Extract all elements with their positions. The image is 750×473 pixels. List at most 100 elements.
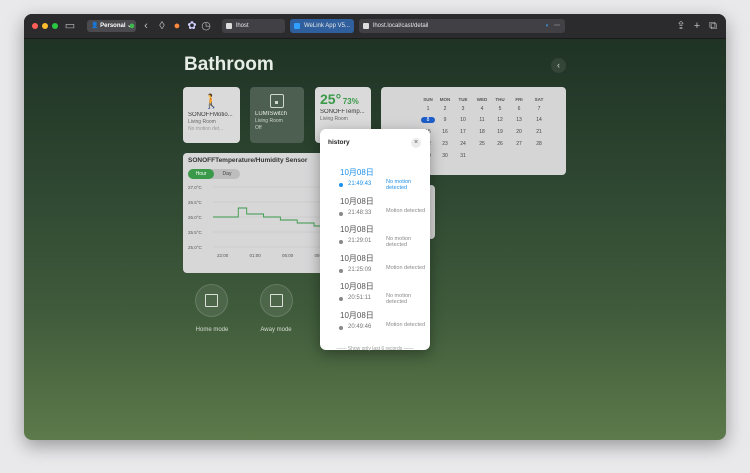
record-status: No motion detected (386, 293, 412, 305)
calendar-day[interactable]: 28 (530, 141, 548, 147)
calendar-weekday: SUN (423, 97, 433, 102)
device-name: SONOFFTemp... (320, 109, 365, 115)
calendar-day[interactable]: 30 (436, 153, 454, 159)
away-mode-button[interactable] (260, 284, 293, 317)
device-room: Living Room (320, 116, 348, 122)
calendar-weekday: WED (476, 97, 488, 102)
calendar-day[interactable]: 7 (530, 106, 548, 112)
record-dot-icon (339, 211, 343, 216)
chevron-left-icon: ‹ (557, 60, 560, 70)
calendar-day[interactable]: 2 (436, 106, 454, 112)
door-out-icon (270, 294, 283, 307)
y-tick-label: 25.5°C (188, 230, 203, 235)
tab-welink[interactable]: WeLink App V5... (290, 19, 354, 33)
calendar-day[interactable]: 26 (491, 141, 509, 147)
switch-icon (270, 94, 284, 108)
record-time: 21:25:09 (348, 266, 372, 273)
fox-icon[interactable]: ● (172, 19, 182, 33)
palette-icon[interactable]: ✿ (187, 19, 197, 33)
calendar-day[interactable]: 4 (473, 106, 491, 112)
profile-label: Personal (100, 23, 126, 29)
calendar-day[interactable]: 5 (491, 106, 509, 112)
home-mode-button[interactable] (195, 284, 228, 317)
calendar-day[interactable]: 14 (530, 117, 548, 123)
app-icon (294, 23, 300, 29)
calendar-day[interactable]: 11 (473, 117, 491, 123)
calendar-day-selected[interactable]: 8 (421, 117, 435, 123)
calendar-weekday: SAT (534, 97, 544, 102)
device-status: No motion det... (188, 126, 224, 132)
calendar-day[interactable]: 18 (473, 129, 491, 135)
record-time: 20:51:11 (348, 295, 371, 301)
calendar-day[interactable]: 13 (510, 117, 528, 123)
humidity-value: 73% (342, 97, 359, 106)
close-icon: × (413, 139, 419, 146)
calendar-day[interactable]: 3 (454, 106, 472, 112)
sidebar-icon[interactable]: ▭ (64, 19, 76, 33)
tab-lhost[interactable]: lhost (222, 19, 285, 33)
calendar-day[interactable]: 19 (491, 129, 509, 135)
shield-icon[interactable]: ◊ (157, 19, 167, 33)
tab-label: WeLink App V5... (304, 23, 350, 29)
zoom-window-button[interactable] (52, 23, 58, 29)
calendar-day[interactable]: 10 (454, 117, 472, 123)
y-tick-label: 27.0°C (188, 185, 203, 190)
x-tick-label: 22:00 (217, 253, 229, 258)
page-title: Bathroom (184, 54, 274, 75)
calendar-weekday: FRI (515, 97, 523, 102)
record-status: No motion detected (386, 179, 412, 191)
calendar-day[interactable]: 27 (510, 141, 528, 147)
calendar-day[interactable]: 16 (436, 129, 454, 135)
history-popup: history × 10月08日 21:49:43 No motion detect… (320, 129, 430, 352)
calendar-day[interactable]: 21 (530, 129, 548, 135)
away-mode-label: Away mode (260, 327, 292, 333)
back-icon[interactable]: ‹ (141, 19, 151, 33)
calendar-day[interactable]: 12 (491, 117, 509, 123)
audio-icon[interactable]: ◖ (545, 19, 549, 33)
history-footer: —— Show only last 6 records —— (336, 346, 414, 352)
calendar-day[interactable]: 20 (510, 129, 528, 135)
tab-label: lhost.local/cast/detail (373, 23, 429, 29)
share-icon[interactable]: ⇪ (676, 19, 686, 33)
browser-window: ▭ 👤 Personal ⌄ ● ‹ ◊ ● ✿ ◷ lhost WeLink … (24, 14, 726, 440)
device-status: Off (255, 125, 262, 131)
record-status: Motion detected (386, 321, 426, 328)
y-tick-label: 26.5°C (188, 200, 203, 205)
calendar-day[interactable]: 6 (510, 106, 528, 112)
record-date: 10月08日 (340, 282, 374, 291)
plus-icon[interactable]: + (692, 19, 702, 33)
record-dot-icon (339, 268, 343, 273)
device-room: Living Room (188, 119, 216, 125)
calendar-day[interactable]: 31 (454, 153, 472, 159)
tab-label: lhost (236, 23, 249, 29)
device-room: Living Room (255, 118, 283, 124)
device-name: SONOFFMotio... (188, 112, 233, 118)
history-icon[interactable]: ◷ (201, 19, 211, 33)
record-status: Motion detected (386, 207, 426, 214)
calendar-day[interactable]: 25 (473, 141, 491, 147)
y-tick-label: 26.0°C (188, 215, 203, 220)
page-icon (226, 23, 232, 29)
tab-cast-detail[interactable]: lhost.local/cast/detail ◖ ⋯ (359, 19, 565, 33)
calendar-day[interactable]: 24 (454, 141, 472, 147)
extension-icon[interactable]: ● (127, 19, 137, 33)
more-icon[interactable]: ⋯ (554, 19, 560, 33)
calendar-day[interactable]: 17 (454, 129, 472, 135)
tabs-icon[interactable]: ⧉ (708, 19, 718, 33)
record-status: Motion detected (386, 264, 426, 271)
minimize-window-button[interactable] (42, 23, 48, 29)
device-card-motion[interactable]: 🚶 SONOFFMotio... Living Room No motion d… (183, 87, 240, 143)
calendar-day[interactable]: 9 (436, 117, 454, 123)
close-button[interactable]: × (411, 138, 421, 148)
record-date: 10月08日 (340, 225, 374, 234)
close-window-button[interactable] (32, 23, 38, 29)
calendar-day[interactable]: 1 (419, 106, 437, 112)
record-date: 10月08日 (340, 310, 374, 320)
device-card-switch[interactable]: LUMISwitch Living Room Off (250, 87, 304, 143)
back-button[interactable]: ‹ (551, 58, 566, 73)
record-time: 20:49:46 (348, 323, 372, 330)
calendar-weekday: MON (439, 97, 451, 102)
page-icon (363, 23, 369, 29)
calendar-day[interactable]: 23 (436, 141, 454, 147)
record-time: 21:29:01 (348, 238, 372, 244)
